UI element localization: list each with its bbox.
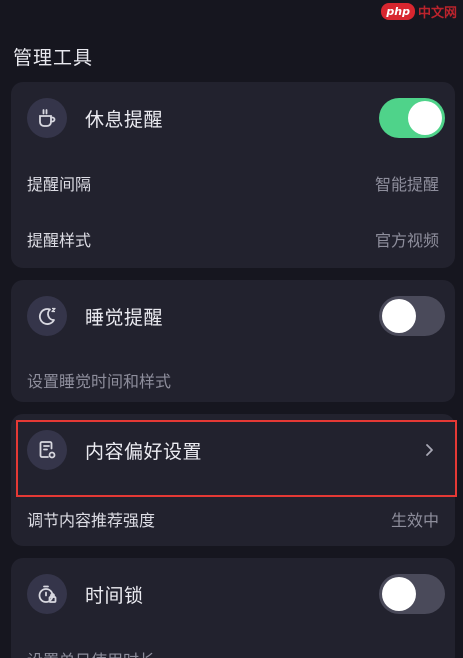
reminder-style-label: 提醒样式 [27,231,92,250]
daily-limit-row[interactable]: 设置单日使用时长 [27,644,439,658]
recommend-strength-value: 生效中 [390,511,439,530]
toggle-knob [408,101,442,135]
toggle-knob [382,577,416,611]
rest-reminder-toggle[interactable] [379,98,445,138]
watermark-text: 中文网 [417,5,457,21]
time-lock-label: 时间锁 [85,584,144,607]
sleep-reminder-label: 睡觉提醒 [85,306,164,329]
highlight-box [16,420,457,497]
reminder-style-value: 官方视频 [374,231,439,250]
sleep-reminder-toggle[interactable] [379,296,445,336]
coffee-cup-icon [27,98,67,138]
rest-reminder-card: 休息提醒 提醒间隔 智能提醒 提醒样式 官方视频 [11,82,455,268]
timer-lock-icon [27,574,67,614]
sleep-settings-row[interactable]: 设置睡觉时间和样式 [27,365,439,395]
rest-reminder-label: 休息提醒 [85,108,164,131]
sleep-settings-description: 设置睡觉时间和样式 [27,372,172,391]
reminder-interval-label: 提醒间隔 [27,175,92,194]
recommend-strength-label: 调节内容推荐强度 [27,511,156,530]
reminder-style-row[interactable]: 提醒样式 官方视频 [27,224,439,254]
time-lock-card: 时间锁 设置单日使用时长 [11,558,455,658]
time-lock-toggle[interactable] [379,574,445,614]
watermark: php 中文网 [381,0,457,22]
moon-icon [27,296,67,336]
reminder-interval-row[interactable]: 提醒间隔 智能提醒 [27,168,439,198]
recommend-strength-row[interactable]: 调节内容推荐强度 生效中 [27,504,439,534]
sleep-reminder-card: 睡觉提醒 设置睡觉时间和样式 [11,280,455,402]
section-title: 管理工具 [13,47,94,69]
watermark-logo: php [381,2,415,20]
settings-page: php 中文网 管理工具 休息提醒 提醒间隔 智能提醒 提醒样式 官方视频 睡觉… [0,0,463,658]
daily-limit-description: 设置单日使用时长 [27,647,155,658]
toggle-knob [382,299,416,333]
reminder-interval-value: 智能提醒 [374,175,439,194]
